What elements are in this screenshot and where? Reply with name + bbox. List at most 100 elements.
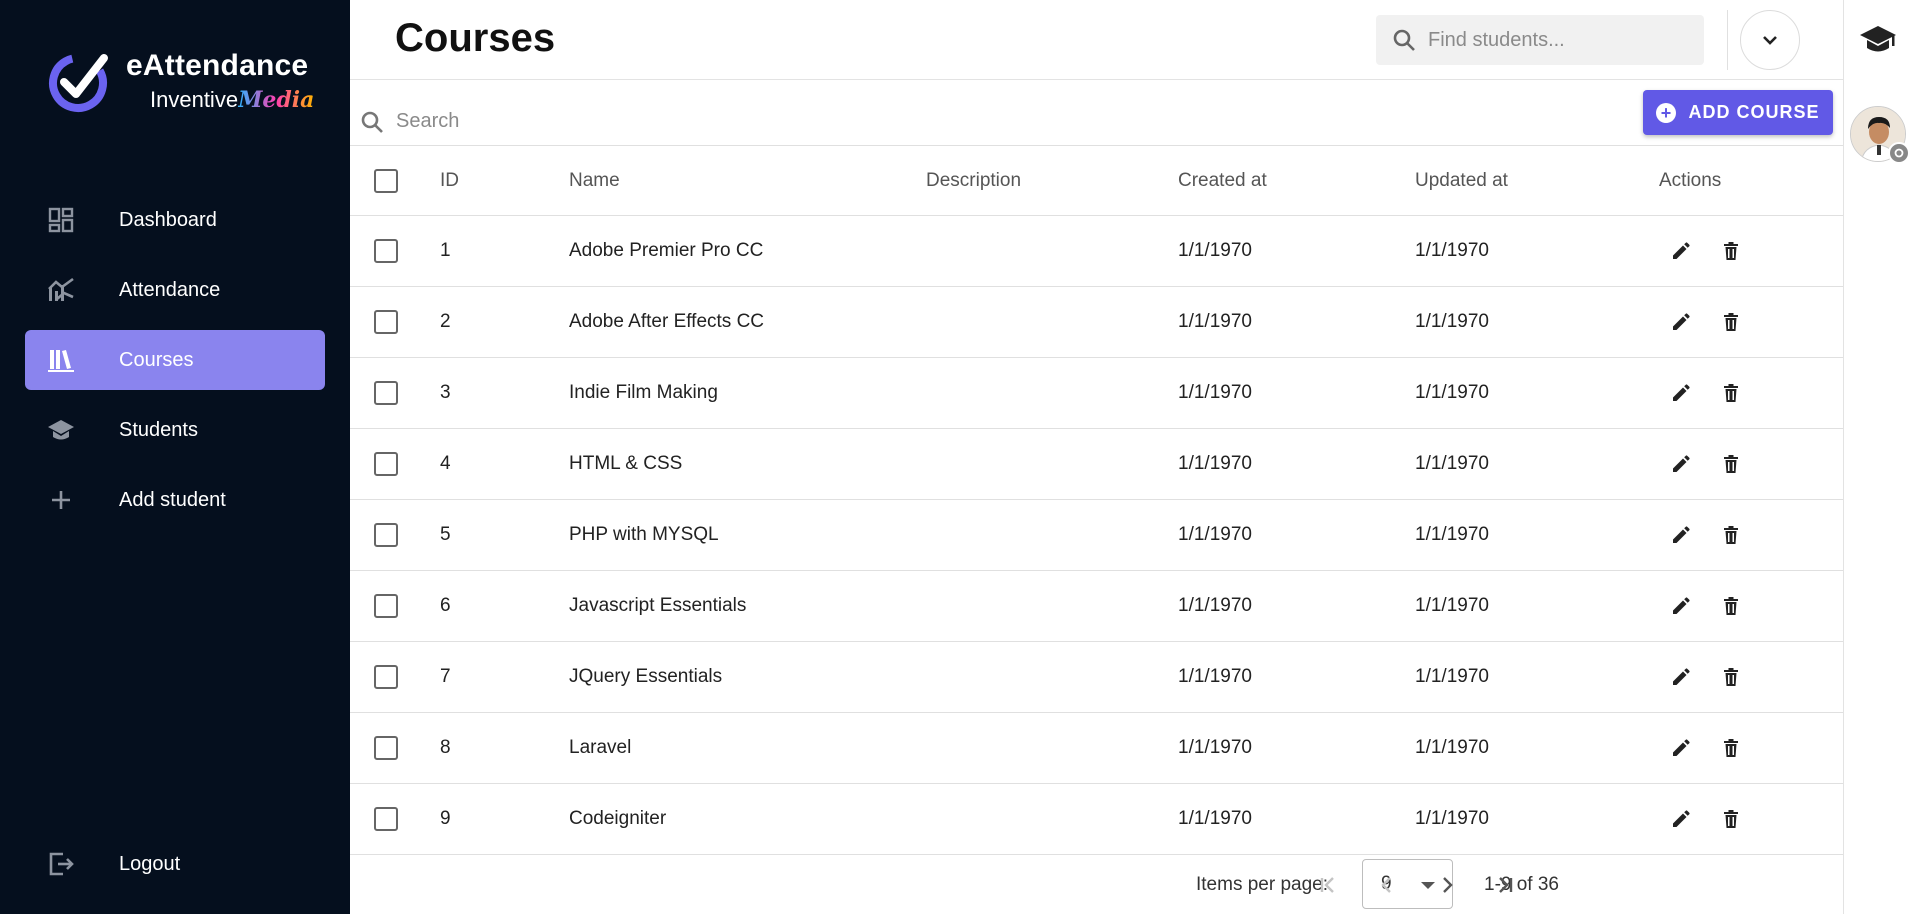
table-row[interactable]: 6 Javascript Essentials 1/1/1970 1/1/1970: [350, 571, 1843, 642]
cell-created-at: 1/1/1970: [1178, 808, 1252, 829]
edit-button[interactable]: [1671, 713, 1691, 783]
find-students-input[interactable]: [1428, 28, 1688, 52]
edit-button[interactable]: [1671, 429, 1691, 499]
cell-name: PHP with MYSQL: [569, 524, 719, 545]
sidebar-item-dashboard[interactable]: Dashboard: [25, 190, 325, 250]
table-row[interactable]: 5 PHP with MYSQL 1/1/1970 1/1/1970: [350, 500, 1843, 571]
sidebar: eAttendance InventiveMedia Dashboard Att…: [0, 0, 350, 914]
row-checkbox[interactable]: [374, 310, 398, 334]
cell-updated-at: 1/1/1970: [1415, 453, 1489, 474]
table-row[interactable]: 1 Adobe Premier Pro CC 1/1/1970 1/1/1970: [350, 216, 1843, 287]
trash-icon: [1721, 312, 1741, 332]
previous-page-button[interactable]: [1370, 868, 1404, 902]
row-checkbox[interactable]: [374, 523, 398, 547]
cell-name: Javascript Essentials: [569, 595, 747, 616]
sidebar-item-label: Dashboard: [119, 208, 217, 231]
delete-button[interactable]: [1721, 500, 1741, 570]
pencil-icon: [1671, 596, 1691, 616]
table-row[interactable]: 8 Laravel 1/1/1970 1/1/1970: [350, 713, 1843, 784]
sidebar-item-label: Add student: [119, 488, 226, 511]
row-checkbox[interactable]: [374, 452, 398, 476]
chevron-right-icon: [1443, 877, 1453, 893]
add-course-button[interactable]: + ADD COURSE: [1643, 90, 1833, 135]
row-checkbox[interactable]: [374, 736, 398, 760]
edit-button[interactable]: [1671, 571, 1691, 641]
cell-id: 7: [440, 666, 451, 687]
table-search[interactable]: [360, 98, 846, 146]
table-row[interactable]: 7 JQuery Essentials 1/1/1970 1/1/1970: [350, 642, 1843, 713]
delete-button[interactable]: [1721, 287, 1741, 357]
delete-button[interactable]: [1721, 358, 1741, 428]
row-checkbox[interactable]: [374, 665, 398, 689]
column-header-id[interactable]: ID: [440, 146, 459, 215]
pencil-icon: [1671, 241, 1691, 261]
edit-button[interactable]: [1671, 358, 1691, 428]
courses-table: ID Name Description Created at Updated a…: [350, 145, 1843, 855]
cell-name: Adobe Premier Pro CC: [569, 240, 764, 261]
delete-button[interactable]: [1721, 571, 1741, 641]
cell-created-at: 1/1/1970: [1178, 382, 1252, 403]
row-checkbox[interactable]: [374, 594, 398, 618]
cell-created-at: 1/1/1970: [1178, 595, 1252, 616]
next-page-button[interactable]: [1430, 868, 1464, 902]
column-header-description[interactable]: Description: [926, 146, 1021, 215]
last-page-button[interactable]: [1488, 868, 1522, 902]
delete-button[interactable]: [1721, 429, 1741, 499]
select-all-checkbox[interactable]: [374, 168, 398, 193]
edit-button[interactable]: [1671, 642, 1691, 712]
edit-button[interactable]: [1671, 287, 1691, 357]
first-page-button[interactable]: [1311, 868, 1345, 902]
cell-id: 4: [440, 453, 451, 474]
column-header-name[interactable]: Name: [569, 146, 620, 215]
table-row[interactable]: 4 HTML & CSS 1/1/1970 1/1/1970: [350, 429, 1843, 500]
search-input[interactable]: [396, 110, 816, 133]
cell-updated-at: 1/1/1970: [1415, 595, 1489, 616]
chart-icon: [43, 272, 79, 308]
edit-button[interactable]: [1671, 216, 1691, 286]
items-per-page-label: Items per page:: [1196, 874, 1329, 895]
table-row[interactable]: 9 Codeigniter 1/1/1970 1/1/1970: [350, 784, 1843, 855]
trash-icon: [1721, 383, 1741, 403]
edit-button[interactable]: [1671, 500, 1691, 570]
delete-button[interactable]: [1721, 784, 1741, 854]
add-circle-icon: +: [1656, 102, 1677, 123]
sidebar-item-attendance[interactable]: Attendance: [25, 260, 325, 320]
sidebar-item-students[interactable]: Students: [25, 400, 325, 460]
row-checkbox[interactable]: [374, 381, 398, 405]
cell-updated-at: 1/1/1970: [1415, 666, 1489, 687]
graduation-cap-icon[interactable]: [1858, 20, 1898, 60]
cell-created-at: 1/1/1970: [1178, 524, 1252, 545]
edit-button[interactable]: [1671, 784, 1691, 854]
sidebar-item-courses[interactable]: Courses: [25, 330, 325, 390]
app-subtitle-prefix: Inventive: [150, 87, 239, 112]
pencil-icon: [1671, 454, 1691, 474]
row-checkbox[interactable]: [374, 807, 398, 831]
column-header-actions: Actions: [1659, 169, 1722, 191]
logout-button[interactable]: Logout: [25, 834, 325, 894]
delete-button[interactable]: [1721, 713, 1741, 783]
table-row[interactable]: 2 Adobe After Effects CC 1/1/1970 1/1/1970: [350, 287, 1843, 358]
sidebar-item-add-student[interactable]: Add student: [25, 470, 325, 530]
chevron-left-icon: [1381, 877, 1391, 893]
cell-updated-at: 1/1/1970: [1415, 524, 1489, 545]
cell-created-at: 1/1/1970: [1178, 453, 1252, 474]
sidebar-item-label: Courses: [119, 348, 194, 371]
plus-icon: [43, 482, 79, 518]
cell-id: 3: [440, 382, 451, 403]
delete-button[interactable]: [1721, 216, 1741, 286]
column-header-created[interactable]: Created at: [1178, 146, 1267, 215]
expand-button[interactable]: [1740, 10, 1800, 70]
column-header-updated[interactable]: Updated at: [1415, 146, 1508, 215]
cell-name: Codeigniter: [569, 808, 667, 829]
table-row[interactable]: 3 Indie Film Making 1/1/1970 1/1/1970: [350, 358, 1843, 429]
page-title: Courses: [395, 16, 556, 60]
chevron-down-icon: [1763, 36, 1777, 45]
dashboard-icon: [43, 202, 79, 238]
delete-button[interactable]: [1721, 642, 1741, 712]
pencil-icon: [1671, 809, 1691, 829]
row-checkbox[interactable]: [374, 239, 398, 263]
app-title: eAttendance: [126, 49, 309, 82]
find-students-box[interactable]: [1376, 15, 1704, 65]
pencil-icon: [1671, 525, 1691, 545]
cell-created-at: 1/1/1970: [1178, 737, 1252, 758]
